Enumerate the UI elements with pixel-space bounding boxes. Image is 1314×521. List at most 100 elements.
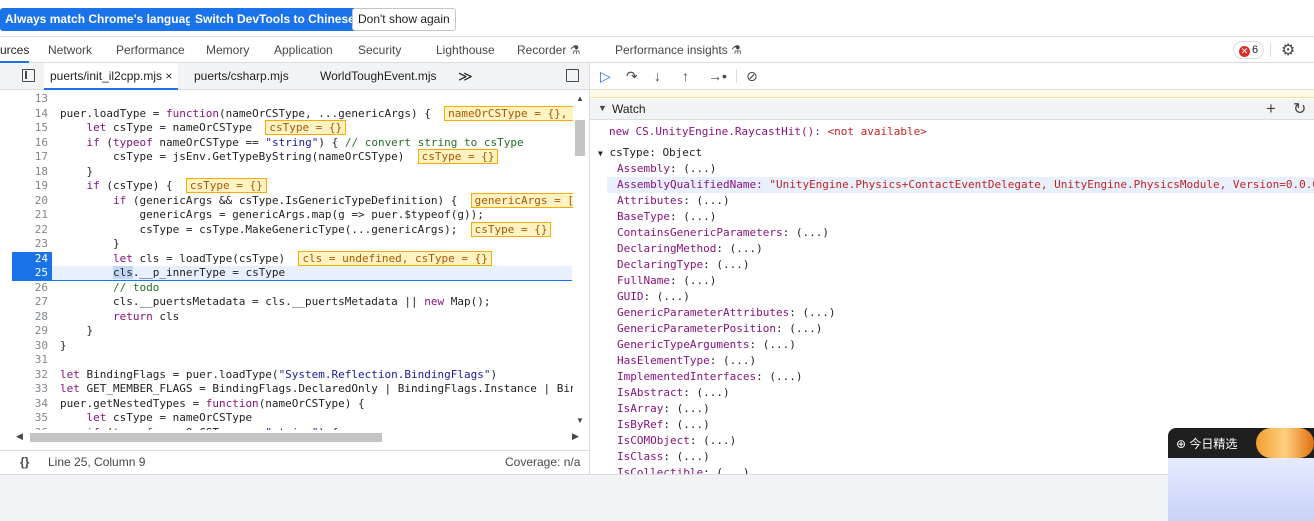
watch-list: new CS.UnityEngine.RaycastHit(): <not av… (590, 120, 1314, 474)
property-value: (...) (789, 322, 823, 335)
property-value: (...) (683, 210, 717, 223)
scrollbar-thumb[interactable] (30, 433, 382, 442)
watch-property[interactable]: DeclaringMethod: (...) (617, 241, 1314, 257)
toggle-debugger-icon[interactable] (566, 69, 579, 82)
news-popup[interactable]: ⊕ 今日精选 (1168, 428, 1314, 521)
step-out-icon[interactable]: ↑ (682, 68, 689, 84)
watch-property[interactable]: HasElementType: (...) (617, 353, 1314, 369)
popup-content-image (1168, 458, 1314, 521)
property-name: DeclaringType (617, 258, 704, 271)
refresh-watch-icon[interactable]: ↻ (1293, 99, 1306, 119)
error-count-badge[interactable]: ✕ 6 (1233, 41, 1265, 59)
watch-property[interactable]: GenericTypeArguments: (...) (617, 337, 1314, 353)
scrollbar-thumb[interactable] (575, 120, 585, 156)
code-editor[interactable]: 13 14 puer.loadType = function(nameOrCSTy… (12, 92, 590, 430)
property-name: ImplementedInterfaces (617, 370, 757, 383)
editor-status-bar: {} Line 25, Column 9 Coverage: n/a (0, 450, 590, 474)
step-icon[interactable]: →• (708, 68, 727, 84)
property-name: IsAbstract (617, 386, 684, 399)
property-value: (...) (716, 466, 750, 474)
deactivate-breakpoints-icon[interactable]: ⊘ (746, 68, 758, 84)
add-watch-icon[interactable]: + (1266, 99, 1276, 119)
watch-property[interactable]: BaseType: (...) (617, 209, 1314, 225)
watch-expression-text: csType: (609, 146, 663, 159)
code-line: 26 // todo (34, 280, 160, 294)
property-value: (...) (722, 354, 757, 367)
scroll-down-icon[interactable]: ▼ (576, 416, 584, 425)
watch-property-aqn[interactable]: AssemblyQualifiedName: "UnityEngine.Phys… (607, 177, 1314, 193)
pretty-print-icon[interactable]: {} (20, 455, 29, 469)
editor-tab-worldtoughevent[interactable]: WorldToughEvent.mjs (320, 63, 437, 90)
property-name: IsClass (617, 450, 664, 463)
watch-property[interactable]: ImplementedInterfaces: (...) (617, 369, 1314, 385)
code-line: 19 if (csType) { csType = {} (12, 178, 572, 194)
error-icon: ✕ (1239, 46, 1250, 57)
tab-sources[interactable]: urces (0, 37, 30, 63)
watch-property[interactable]: ContainsGenericParameters: (...) (617, 225, 1314, 241)
property-name: Assembly (617, 162, 670, 175)
settings-gear-icon[interactable]: ⚙ (1281, 40, 1295, 60)
property-value: (...) (676, 402, 710, 415)
watch-property[interactable]: FullName: (...) (617, 273, 1314, 289)
switch-devtools-chinese-button[interactable]: Switch DevTools to Chinese (190, 8, 360, 31)
expand-triangle-icon[interactable]: ▼ (598, 149, 603, 158)
code-line: 29 } (34, 324, 94, 337)
scroll-up-icon[interactable]: ▲ (576, 94, 584, 103)
watch-property[interactable]: GUID: (...) (617, 289, 1314, 305)
editor-tab-init-il2cpp[interactable]: puerts/init_il2cpp.mjs × (44, 63, 179, 90)
tab-recorder[interactable]: Recorder ⚗ (517, 37, 580, 63)
watch-expression-raycast[interactable]: new CS.UnityEngine.RaycastHit(): <not av… (609, 124, 1314, 140)
property-name: DeclaringMethod (617, 242, 717, 255)
breakpoint-marker[interactable]: 24 (12, 251, 52, 266)
tab-application[interactable]: Application (274, 37, 333, 63)
property-value: (...) (696, 194, 730, 207)
property-name: IsCOMObject (617, 434, 690, 447)
editor-vertical-scrollbar[interactable]: ▲ ▼ (573, 92, 587, 430)
tab-performance-insights[interactable]: Performance insights ⚗ (615, 37, 742, 63)
property-value: (...) (683, 274, 717, 287)
language-infobar: Always match Chrome's language Switch De… (0, 0, 1314, 37)
scroll-left-icon[interactable]: ◀ (16, 431, 23, 442)
watch-property[interactable]: Assembly: (...) (617, 161, 1314, 177)
tab-performance[interactable]: Performance (116, 37, 185, 63)
popup-title: ⊕ 今日精选 (1176, 435, 1237, 452)
property-name: GenericTypeArguments (617, 338, 750, 351)
cursor-position: Line 25, Column 9 (48, 455, 146, 469)
step-over-icon[interactable]: ↷ (626, 68, 638, 84)
tab-security[interactable]: Security (358, 37, 401, 63)
flask-icon: ⚗ (569, 43, 581, 57)
resume-icon[interactable]: ▷ (600, 68, 611, 84)
editor-tab-csharp[interactable]: puerts/csharp.mjs (194, 63, 289, 90)
property-value: (...) (676, 418, 710, 431)
dont-show-again-button[interactable]: Don't show again (352, 8, 456, 31)
plus-circle-icon: ⊕ (1176, 437, 1187, 451)
watch-property[interactable]: IsAbstract: (...) (617, 385, 1314, 401)
breakpoint-marker[interactable]: 25 (12, 266, 52, 281)
scroll-right-icon[interactable]: ▶ (572, 431, 579, 442)
watch-property[interactable]: GenericParameterPosition: (...) (617, 321, 1314, 337)
watch-property[interactable]: Attributes: (...) (617, 193, 1314, 209)
code-line: 15 let csType = nameOrCSType csType = {} (12, 120, 572, 136)
property-value: (...) (729, 242, 763, 255)
code-line: 35 let csType = nameOrCSType (34, 411, 253, 424)
property-value: (...) (703, 434, 737, 447)
tab-memory[interactable]: Memory (206, 37, 249, 63)
watch-expression-cstype[interactable]: ▼ csType: Object (598, 145, 1314, 161)
watch-property[interactable]: DeclaringType: (...) (617, 257, 1314, 273)
code-line: 17 csType = jsEnv.GetTypeByString(nameOr… (12, 149, 572, 165)
watch-section-header[interactable]: ▼ Watch + ↻ (590, 99, 1314, 120)
always-match-language-button[interactable]: Always match Chrome's language (0, 8, 205, 31)
tab-lighthouse[interactable]: Lighthouse (436, 37, 495, 63)
editor-horizontal-scrollbar[interactable]: ◀ ▶ (12, 430, 590, 444)
tab-network[interactable]: Network (48, 37, 92, 63)
toggle-navigator-icon[interactable] (22, 69, 35, 82)
property-name: IsArray (617, 402, 664, 415)
step-into-icon[interactable]: ↓ (654, 68, 661, 84)
watch-property[interactable]: GenericParameterAttributes: (...) (617, 305, 1314, 321)
code-line: 23 } (34, 237, 120, 250)
more-tabs-icon[interactable]: ≫ (458, 63, 473, 90)
toolbar-divider (736, 69, 737, 83)
watch-property[interactable]: IsArray: (...) (617, 401, 1314, 417)
property-value: "UnityEngine.Physics+ContactEventDelegat… (769, 178, 1314, 191)
flask-icon: ⚗ (731, 43, 742, 57)
